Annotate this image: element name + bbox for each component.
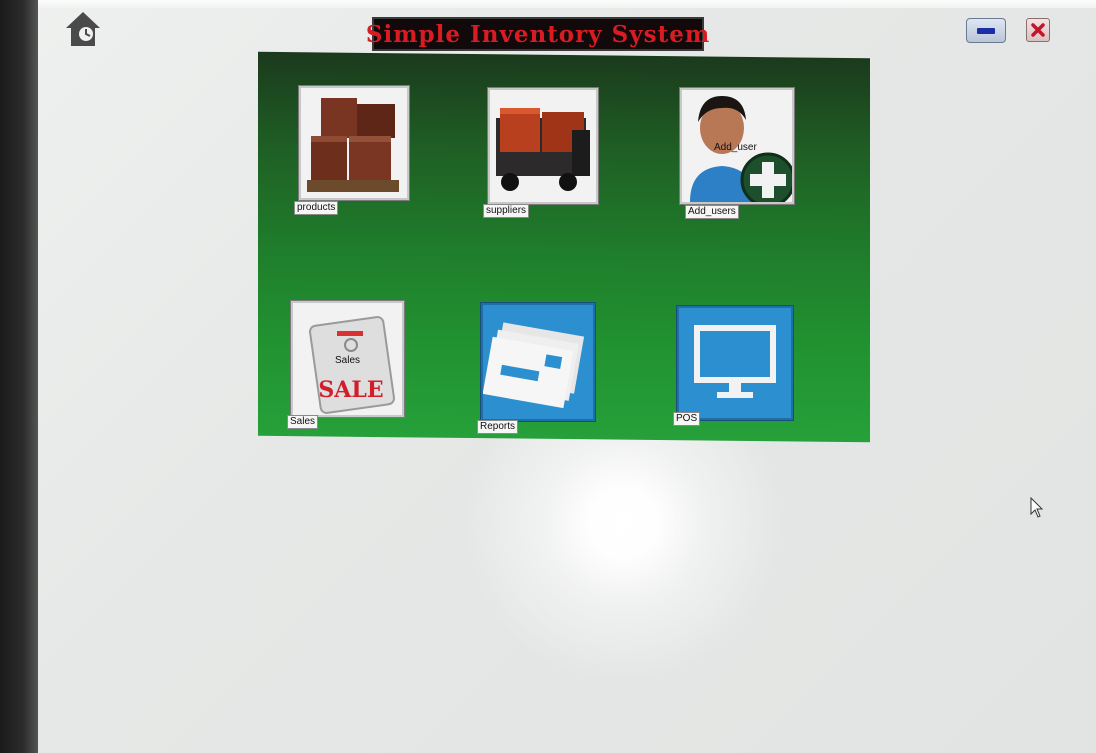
reports-envelopes-icon <box>483 322 585 409</box>
pos-tile[interactable] <box>677 306 793 420</box>
delivery-truck-icon <box>490 90 596 202</box>
close-button[interactable] <box>1026 18 1050 42</box>
close-icon <box>1031 23 1045 37</box>
minimize-button[interactable] <box>966 18 1006 43</box>
boxes-on-pallet-icon <box>301 88 407 198</box>
products-tile[interactable] <box>299 86 409 200</box>
suppliers-tile[interactable] <box>488 88 598 204</box>
home-button[interactable] <box>64 10 102 48</box>
monitor-bezel <box>0 0 38 753</box>
sales-overlay-text: Sales <box>335 355 361 366</box>
reports-tile[interactable] <box>481 303 595 421</box>
home-icon <box>66 12 100 46</box>
minimize-icon <box>977 27 995 34</box>
pos-label: POS <box>673 412 701 426</box>
screen-top-edge <box>0 0 1096 8</box>
suppliers-label: suppliers <box>483 204 530 218</box>
monitor-icon <box>694 325 776 398</box>
sale-tag-text: SALE <box>318 377 383 403</box>
mouse-pointer-icon <box>1030 497 1044 518</box>
add-users-label: Add_users <box>685 205 739 219</box>
sales-tile[interactable]: SALE Sales <box>291 301 404 417</box>
reports-label: Reports <box>477 420 519 434</box>
app-title-banner: Simple Inventory System <box>366 17 709 51</box>
add-user-overlay-text: Add_user <box>714 142 757 153</box>
app-title: Simple Inventory System <box>365 20 711 48</box>
products-label: products <box>294 201 339 215</box>
sales-label: Sales <box>287 415 319 429</box>
add-users-tile[interactable]: Add_user <box>680 88 794 204</box>
